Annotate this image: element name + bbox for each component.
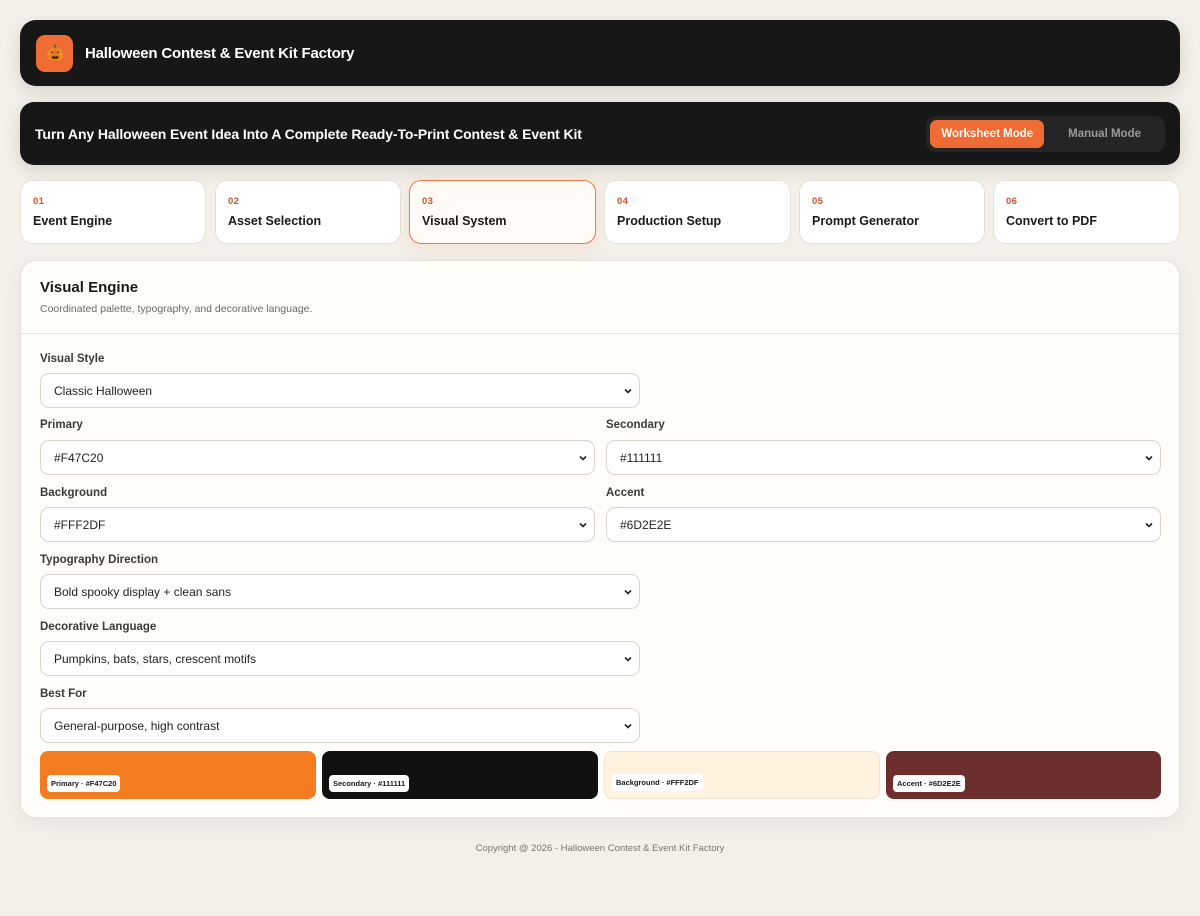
step-label: Production Setup <box>617 214 722 228</box>
tab-event-engine[interactable]: 01 Event Engine <box>20 180 206 244</box>
tab-asset-selection[interactable]: 02 Asset Selection <box>215 180 401 244</box>
panel-title: Visual Engine <box>40 279 139 296</box>
chevron-down-icon <box>623 654 633 664</box>
step-label: Convert to PDF <box>1006 214 1097 228</box>
chevron-down-icon <box>578 453 588 463</box>
secondary-swatch: Secondary · #111111 <box>322 751 598 799</box>
step-label: Visual System <box>422 214 507 228</box>
accent-select[interactable]: #6D2E2E <box>606 507 1161 542</box>
typography-select[interactable]: Bold spooky display + clean sans <box>40 574 640 609</box>
tab-prompt-generator[interactable]: 05 Prompt Generator <box>799 180 985 244</box>
background-label: Background <box>40 487 108 499</box>
tab-production-setup[interactable]: 04 Production Setup <box>604 180 791 244</box>
swatch-label: Primary · #F47C20 <box>47 775 121 792</box>
swatch-label: Background · #FFF2DF <box>612 774 703 791</box>
hero-banner: Turn Any Halloween Event Idea Into A Com… <box>20 102 1180 165</box>
select-value: Classic Halloween <box>54 383 153 398</box>
background-swatch: Background · #FFF2DF <box>604 751 880 799</box>
swatch-label: Accent · #6D2E2E <box>893 775 965 792</box>
accent-swatch: Accent · #6D2E2E <box>886 751 1161 799</box>
chevron-down-icon <box>623 721 633 731</box>
best-for-select[interactable]: General-purpose, high contrast <box>40 708 640 743</box>
visual-style-label: Visual Style <box>40 353 105 365</box>
accent-label: Accent <box>606 487 645 499</box>
select-value: #111111 <box>620 450 663 465</box>
best-for-label: Best For <box>40 688 87 700</box>
decorative-select[interactable]: Pumpkins, bats, stars, crescent motifs <box>40 641 640 676</box>
mode-toggle: Worksheet Mode Manual Mode <box>926 115 1165 152</box>
select-value: General-purpose, high contrast <box>54 718 220 733</box>
chevron-down-icon <box>1144 453 1154 463</box>
primary-select[interactable]: #F47C20 <box>40 440 595 475</box>
step-number: 05 <box>812 196 824 207</box>
tab-visual-system[interactable]: 03 Visual System <box>409 180 596 244</box>
step-label: Asset Selection <box>228 214 322 228</box>
step-label: Prompt Generator <box>812 214 919 228</box>
select-value: #F47C20 <box>54 450 104 465</box>
chevron-down-icon <box>623 386 633 396</box>
chevron-down-icon <box>623 587 633 597</box>
visual-style-select[interactable]: Classic Halloween <box>40 373 640 408</box>
step-number: 01 <box>33 196 45 207</box>
chevron-down-icon <box>1144 520 1154 530</box>
typography-label: Typography Direction <box>40 554 158 566</box>
visual-engine-panel: Visual Engine Coordinated palette, typog… <box>20 260 1180 818</box>
step-tabs: 01 Event Engine 02 Asset Selection 03 Vi… <box>20 180 1180 244</box>
step-number: 02 <box>228 196 240 207</box>
manual-mode-button[interactable]: Manual Mode <box>1048 120 1161 148</box>
select-value: #6D2E2E <box>620 517 672 532</box>
step-label: Event Engine <box>33 214 113 228</box>
step-number: 04 <box>617 196 629 207</box>
tab-convert-to-pdf[interactable]: 06 Convert to PDF <box>993 180 1180 244</box>
banner-text: Turn Any Halloween Event Idea Into A Com… <box>35 125 582 142</box>
select-value: Bold spooky display + clean sans <box>54 584 232 599</box>
swatch-label: Secondary · #111111 <box>329 775 410 792</box>
secondary-label: Secondary <box>606 419 665 431</box>
primary-label: Primary <box>40 419 83 431</box>
app-title: Halloween Contest & Event Kit Factory <box>85 44 355 62</box>
pumpkin-icon <box>36 34 73 72</box>
decorative-label: Decorative Language <box>40 621 157 633</box>
footer-copyright: Copyright @ 2026 - Halloween Contest & E… <box>475 843 725 854</box>
primary-swatch: Primary · #F47C20 <box>40 751 316 799</box>
panel-header: Visual Engine Coordinated palette, typog… <box>21 261 1179 334</box>
worksheet-mode-button[interactable]: Worksheet Mode <box>930 119 1045 148</box>
step-number: 06 <box>1006 196 1018 207</box>
panel-subtitle: Coordinated palette, typography, and dec… <box>40 303 313 315</box>
secondary-select[interactable]: #111111 <box>606 440 1161 475</box>
select-value: #FFF2DF <box>54 517 106 532</box>
chevron-down-icon <box>578 520 588 530</box>
app-header: Halloween Contest & Event Kit Factory <box>20 20 1180 86</box>
select-value: Pumpkins, bats, stars, crescent motifs <box>54 651 257 666</box>
step-number: 03 <box>422 196 434 207</box>
background-select[interactable]: #FFF2DF <box>40 507 595 542</box>
